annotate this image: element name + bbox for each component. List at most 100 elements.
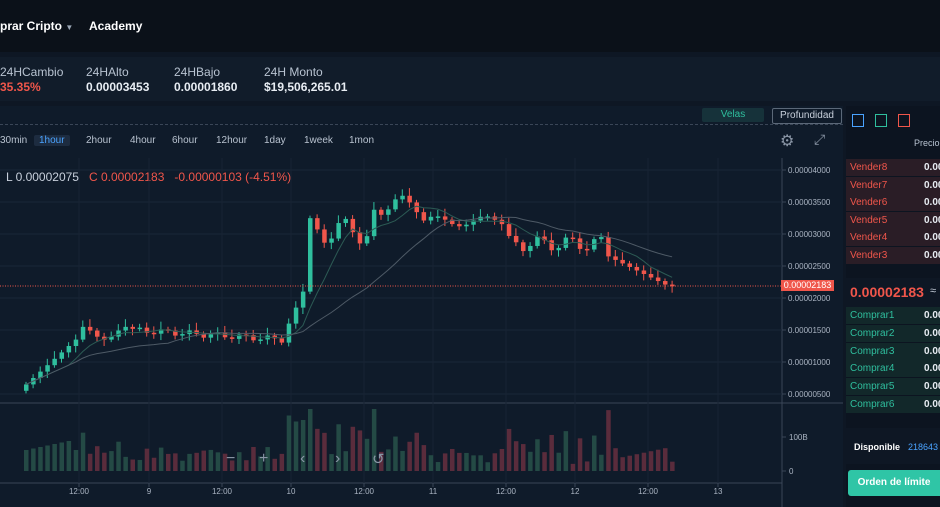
- current-price-tag: 0.00002183: [781, 280, 834, 291]
- volume-bar: [414, 432, 419, 471]
- buy-row-label: Comprar2: [850, 327, 895, 339]
- volume-bar: [634, 454, 640, 471]
- buy-row-price: 0.00: [924, 363, 940, 375]
- volume-bar: [428, 455, 434, 471]
- price-axis-label: 0.00004000: [788, 166, 831, 175]
- zoom-out-icon[interactable]: −: [226, 450, 235, 468]
- price-axis-label: 0.00001500: [788, 326, 831, 335]
- buy-row[interactable]: Comprar3 0.00: [846, 342, 940, 360]
- buy-row-price: 0.00: [924, 310, 940, 321]
- stat-low-value: 0.00001860: [174, 80, 238, 94]
- candle-body: [151, 332, 157, 335]
- candle-body: [563, 237, 569, 248]
- buy-row[interactable]: Comprar2 0.00: [846, 324, 940, 342]
- buy-row-label: Comprar6: [850, 399, 895, 410]
- time-axis-label: 12: [571, 487, 580, 496]
- zoom-in-icon[interactable]: +: [259, 450, 268, 468]
- sell-row-price: 0.00: [924, 197, 940, 209]
- candle-body: [464, 224, 469, 227]
- sell-row[interactable]: Vender6 0.00: [846, 194, 940, 212]
- candle-body: [528, 245, 533, 252]
- scroll-left-icon[interactable]: ‹: [300, 450, 305, 468]
- volume-bar: [166, 453, 171, 471]
- volume-bar: [45, 445, 50, 471]
- volume-bar: [59, 442, 64, 471]
- candle-body: [336, 223, 341, 239]
- limit-order-button[interactable]: Orden de límite: [848, 470, 940, 496]
- candle-body: [279, 338, 285, 343]
- time-axis-label: 9: [147, 487, 152, 496]
- volume-bar: [627, 455, 632, 471]
- volume-bar: [194, 452, 199, 471]
- time-axis-label: 11: [429, 487, 438, 496]
- volume-bar: [620, 457, 625, 471]
- volume-axis-label: 0: [789, 467, 794, 476]
- layout-both-icon[interactable]: [852, 114, 864, 127]
- reset-icon[interactable]: ↺: [372, 450, 385, 468]
- volume-bar: [187, 453, 192, 471]
- volume-bar: [279, 453, 285, 471]
- candle-body: [130, 326, 135, 329]
- layout-buy-icon[interactable]: [875, 114, 887, 127]
- volume-bar: [251, 446, 256, 471]
- sell-row[interactable]: Vender4 0.00: [846, 229, 940, 247]
- candle-body: [535, 236, 540, 246]
- time-axis-label: 10: [287, 487, 296, 496]
- volume-bar: [386, 449, 391, 471]
- layout-sell-icon[interactable]: [898, 114, 910, 127]
- volume-bar: [38, 447, 43, 471]
- candlestick-chart[interactable]: 0.00004000 0.00003500 0.00003000 0.00002500…: [0, 106, 843, 507]
- nav-academy[interactable]: Academy: [89, 19, 142, 33]
- buy-row[interactable]: Comprar1 0.00: [846, 307, 940, 324]
- available-value: 218643: [908, 442, 939, 452]
- candle-body: [386, 209, 391, 215]
- stat-change-label: 24HCambio: [0, 65, 64, 79]
- sell-row[interactable]: Vender5 0.00: [846, 211, 940, 229]
- candle-body: [627, 263, 632, 267]
- candle-body: [435, 216, 441, 218]
- volume-bar: [606, 410, 611, 471]
- buy-row[interactable]: Comprar4 0.00: [846, 360, 940, 378]
- time-axis-label: 12:00: [638, 487, 659, 496]
- buy-row[interactable]: Comprar6 0.00: [846, 396, 940, 413]
- volume-bar: [244, 460, 249, 471]
- price-axis-label: 0.00003000: [788, 230, 831, 239]
- nav-buy-crypto[interactable]: prar Cripto ▼: [0, 19, 73, 33]
- volume-bar: [31, 448, 36, 471]
- sell-row[interactable]: Vender8 0.00: [846, 159, 940, 176]
- sell-row[interactable]: Vender7 0.00: [846, 176, 940, 194]
- volume-bar: [293, 421, 299, 471]
- volume-bar: [272, 458, 277, 471]
- volume-bar: [315, 428, 320, 471]
- sell-row[interactable]: Vender3 0.00: [846, 247, 940, 264]
- volume-bar: [144, 448, 150, 471]
- candle-body: [66, 346, 72, 353]
- scroll-right-icon[interactable]: ›: [335, 450, 340, 468]
- candle-body: [308, 218, 313, 292]
- candle-body: [364, 236, 370, 244]
- volume-bar: [109, 451, 114, 471]
- buy-row-price: 0.00: [924, 381, 940, 393]
- candle-body: [620, 259, 625, 264]
- volume-bar: [87, 453, 93, 471]
- candle-body: [300, 291, 306, 308]
- volume-bar: [116, 441, 121, 471]
- volume-bar: [308, 409, 313, 471]
- candle-body: [123, 326, 128, 331]
- volume-bar: [329, 454, 334, 471]
- sell-row-label: Vender7: [850, 179, 888, 191]
- candle-body: [357, 232, 363, 244]
- volume-bar: [648, 451, 654, 471]
- candle-body: [613, 256, 618, 260]
- candle-body: [45, 365, 50, 372]
- stat-high-value: 0.00003453: [86, 80, 150, 94]
- volume-bar: [237, 452, 242, 471]
- chart-panel: Velas Profundidad 30min 1hour 2hour 4hour 6h…: [0, 106, 843, 507]
- volume-bar: [592, 435, 597, 471]
- volume-bar: [73, 450, 79, 471]
- candle-body: [80, 326, 86, 340]
- buy-row-label: Comprar1: [850, 310, 895, 321]
- candle-body: [457, 224, 462, 227]
- buy-row[interactable]: Comprar5 0.00: [846, 378, 940, 396]
- volume-bar: [570, 463, 576, 471]
